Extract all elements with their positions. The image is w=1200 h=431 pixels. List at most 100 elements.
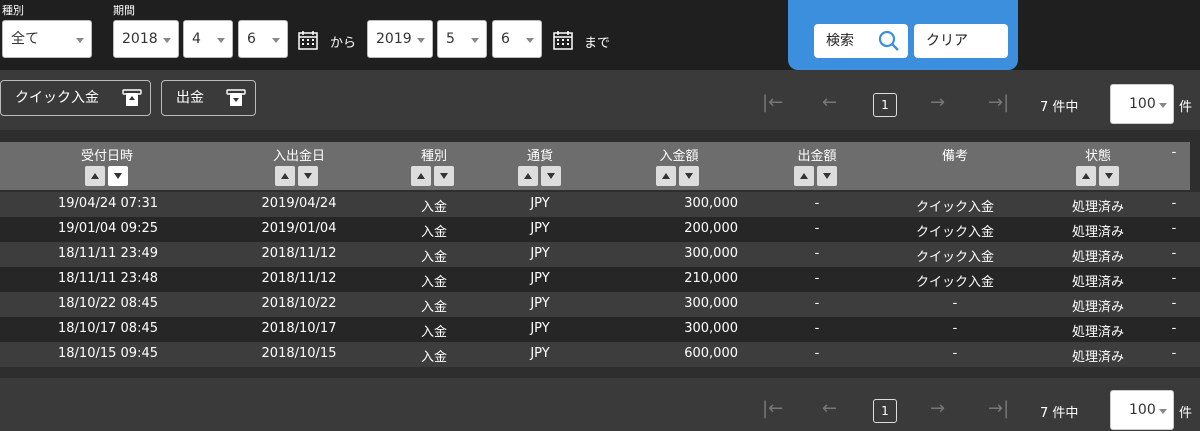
chevron-down-icon — [163, 38, 171, 43]
sort-type — [411, 166, 457, 186]
transactions-table: 受付日時 入出金日 種別 通貨 入金額 出金額 備考 状態 - 19/04/24… — [0, 130, 1200, 378]
to-day-select[interactable]: 6 — [492, 20, 542, 58]
clear-button-label: クリア — [926, 33, 968, 49]
table-row: 19/04/24 07:31 2019/04/24 入金 JPY 300,000 - クイッ… — [0, 192, 1200, 217]
clear-button[interactable]: クリア — [914, 24, 1008, 58]
sort-desc-button[interactable] — [817, 166, 837, 186]
table-row: 18/11/11 23:49 2018/11/12 入金 JPY 300,000 - クイッ… — [0, 242, 1200, 267]
cell-status: 処理済み — [1071, 325, 1125, 340]
per-page-select[interactable]: 100 — [1110, 390, 1174, 430]
cell-status: 処理済み — [1071, 350, 1125, 365]
quick-deposit-button[interactable]: クイック入金 — [0, 80, 151, 116]
table-header: 受付日時 入出金日 種別 通貨 入金額 出金額 備考 状態 - — [0, 142, 1190, 190]
to-month-select[interactable]: 5 — [437, 20, 487, 58]
last-page-icon[interactable]: →| — [988, 92, 1009, 113]
first-page-icon[interactable]: |← — [762, 92, 783, 113]
to-year-select[interactable]: 2019 — [367, 20, 433, 58]
cell-withdraw-amount: - — [814, 196, 820, 211]
next-page-icon[interactable]: → — [930, 398, 945, 419]
chevron-down-icon — [1159, 103, 1167, 108]
sort-currency — [518, 166, 564, 186]
cell-withdraw-amount: - — [814, 221, 820, 236]
prev-page-icon[interactable]: ← — [822, 92, 837, 113]
cell-transaction-date: 2018/10/22 — [261, 296, 337, 311]
header-transaction-date: 入出金日 — [272, 149, 325, 164]
page-number[interactable]: 1 — [873, 399, 897, 423]
per-page-unit: 件 — [1179, 406, 1193, 421]
quick-deposit-label: クイック入金 — [15, 90, 99, 106]
next-page-icon[interactable]: → — [930, 92, 945, 113]
to-year-value: 2019 — [376, 31, 412, 47]
chevron-down-icon — [1159, 409, 1167, 414]
cell-received-at: 18/11/11 23:49 — [58, 246, 158, 261]
sort-asc-button[interactable] — [411, 166, 431, 186]
sort-desc-button[interactable] — [298, 166, 318, 186]
cell-transaction-date: 2018/10/15 — [261, 346, 337, 361]
sort-asc-button[interactable] — [656, 166, 676, 186]
sort-asc-button[interactable] — [1076, 166, 1096, 186]
per-page-value: 100 — [1129, 402, 1156, 418]
sort-withdraw-amount — [794, 166, 840, 186]
prev-page-icon[interactable]: ← — [822, 398, 837, 419]
result-count: 7 件中 — [1040, 402, 1078, 421]
result-count-suffix: 件中 — [1052, 100, 1079, 115]
filter-bar: 種別 全て 期間 2018 4 6 から 2019 5 6 まで 検索 クリア — [0, 0, 1200, 70]
chevron-down-icon — [217, 38, 225, 43]
result-count-suffix: 件中 — [1052, 406, 1079, 421]
sort-transaction-date — [275, 166, 321, 186]
cell-withdraw-amount: - — [814, 271, 820, 286]
cell-deposit-amount: 600,000 — [684, 346, 738, 361]
header-type: 種別 — [420, 149, 447, 164]
cell-type: 入金 — [420, 250, 448, 265]
sort-desc-button[interactable] — [1099, 166, 1119, 186]
withdraw-button[interactable]: 出金 — [161, 80, 256, 116]
from-month-select[interactable]: 4 — [183, 20, 233, 58]
per-page-select[interactable]: 100 — [1110, 84, 1174, 124]
sort-received-at — [85, 166, 131, 186]
per-page-value: 100 — [1129, 96, 1156, 112]
withdraw-icon — [226, 89, 246, 106]
from-text: から — [330, 36, 357, 51]
sort-asc-button[interactable] — [85, 166, 105, 186]
cell-extra: - — [1171, 246, 1177, 261]
cell-status: 処理済み — [1071, 300, 1125, 315]
table-row: 18/10/15 09:45 2018/10/15 入金 JPY 600,000 - - 処理… — [0, 342, 1200, 367]
cell-type: 入金 — [420, 350, 448, 365]
from-day-select[interactable]: 6 — [238, 20, 288, 58]
to-text: まで — [584, 36, 611, 51]
result-count: 7 件中 — [1040, 96, 1078, 115]
cell-type: 入金 — [420, 200, 448, 215]
sort-desc-button[interactable] — [679, 166, 699, 186]
page-number[interactable]: 1 — [873, 93, 897, 117]
from-year-select[interactable]: 2018 — [113, 20, 179, 58]
cell-withdraw-amount: - — [814, 246, 820, 261]
sort-asc-button[interactable] — [518, 166, 538, 186]
last-page-icon[interactable]: →| — [988, 398, 1009, 419]
chevron-down-icon — [526, 38, 534, 43]
sort-desc-button[interactable] — [108, 166, 128, 186]
per-page-unit: 件 — [1179, 100, 1193, 115]
cell-withdraw-amount: - — [814, 321, 820, 336]
first-page-icon[interactable]: |← — [762, 398, 783, 419]
calendar-icon[interactable] — [553, 30, 573, 50]
sort-desc-button[interactable] — [541, 166, 561, 186]
sort-deposit-amount — [656, 166, 702, 186]
calendar-icon[interactable] — [298, 30, 318, 50]
withdraw-label: 出金 — [176, 90, 204, 106]
header-note: 備考 — [941, 149, 968, 164]
sort-asc-button[interactable] — [794, 166, 814, 186]
cell-currency: JPY — [530, 296, 550, 311]
cell-deposit-amount: 300,000 — [684, 296, 738, 311]
search-button[interactable]: 検索 — [814, 24, 908, 58]
cell-currency: JPY — [530, 346, 550, 361]
sort-asc-button[interactable] — [275, 166, 295, 186]
table-row: 18/10/22 08:45 2018/10/22 入金 JPY 300,000 - - 処理… — [0, 292, 1200, 317]
from-year-value: 2018 — [122, 31, 158, 47]
cell-extra: - — [1171, 221, 1177, 236]
sort-desc-button[interactable] — [434, 166, 454, 186]
cell-currency: JPY — [530, 271, 550, 286]
from-day-value: 6 — [247, 31, 256, 47]
cell-type: 入金 — [420, 325, 448, 340]
type-select[interactable]: 全て — [2, 20, 92, 58]
cell-received-at: 19/04/24 07:31 — [58, 196, 158, 211]
